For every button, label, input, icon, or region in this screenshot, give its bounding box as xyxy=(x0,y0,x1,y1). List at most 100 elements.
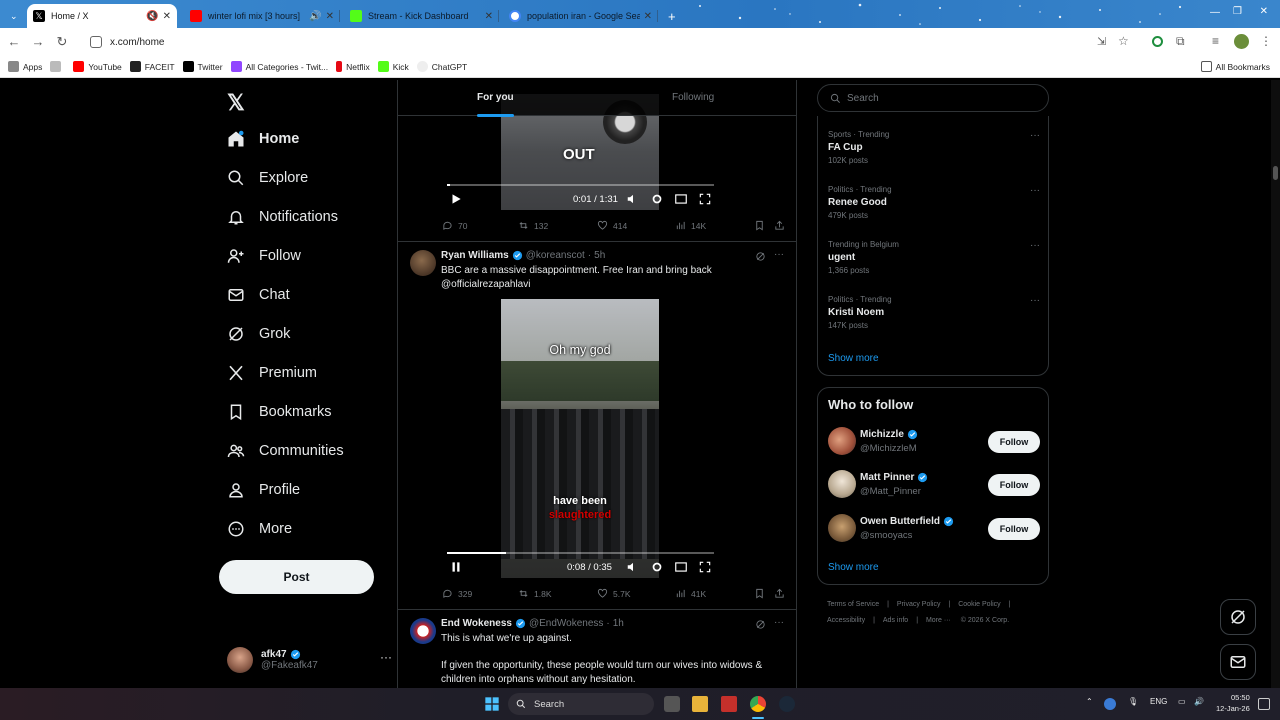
bookmark-youtube[interactable]: YouTube xyxy=(73,61,122,72)
author-name[interactable]: End Wokeness xyxy=(441,618,512,629)
author-name[interactable]: Ryan Williams xyxy=(441,250,509,261)
tab-for-you[interactable]: For you xyxy=(477,92,514,117)
tweet-more-icon[interactable]: ··· xyxy=(774,617,784,628)
settings-icon[interactable] xyxy=(650,560,664,574)
forward-icon[interactable]: → xyxy=(30,34,46,50)
messages-button[interactable] xyxy=(1220,644,1256,680)
grok-explain-icon[interactable] xyxy=(755,619,766,630)
avatar[interactable] xyxy=(828,514,856,542)
close-icon[interactable]: ✕ xyxy=(644,11,652,22)
site-info-icon[interactable] xyxy=(90,36,102,48)
close-icon[interactable]: ✕ xyxy=(326,11,334,22)
tray-overflow-icon[interactable]: ⌃ xyxy=(1086,697,1093,706)
more-icon[interactable]: ··· xyxy=(1030,240,1040,251)
more-icon[interactable]: ··· xyxy=(380,650,392,664)
tray-app-icon[interactable] xyxy=(1104,698,1116,710)
task-view-icon[interactable] xyxy=(664,696,680,712)
notification-center-icon[interactable] xyxy=(1258,698,1270,710)
tweet[interactable]: Ryan Williams @koreanscot · 5h ··· BBC a… xyxy=(398,242,796,610)
nav-explore[interactable]: Explore xyxy=(227,167,308,189)
close-icon[interactable]: ✕ xyxy=(163,11,171,22)
nav-communities[interactable]: Communities xyxy=(227,440,344,462)
tweet-age[interactable]: 1h xyxy=(613,618,624,629)
grok-button[interactable] xyxy=(1220,599,1256,635)
author-handle[interactable]: @koreanscot xyxy=(526,250,585,261)
nav-home[interactable]: Home xyxy=(227,128,299,150)
trend-item[interactable]: Trending in Belgium ugent 1,366 posts ··… xyxy=(828,240,1040,275)
microphone-icon[interactable]: 🎙 xyxy=(1128,697,1138,706)
puzzle-icon[interactable]: ⧉ xyxy=(1176,34,1185,49)
extension-icon[interactable] xyxy=(1152,36,1163,47)
fullscreen-icon[interactable] xyxy=(698,560,712,574)
bookmark-kick[interactable]: Kick xyxy=(377,61,409,72)
nav-notifications[interactable]: Notifications xyxy=(227,206,338,228)
windows-start-icon[interactable] xyxy=(484,696,500,712)
address-bar[interactable]: x.com/home xyxy=(80,31,1140,53)
like-button[interactable]: 414 xyxy=(597,220,627,231)
audio-icon[interactable]: 🔊 xyxy=(309,11,321,22)
reply-button[interactable]: 70 xyxy=(442,220,467,231)
bookmark-grid[interactable] xyxy=(50,61,65,72)
volume-icon[interactable] xyxy=(626,192,640,206)
tweet[interactable]: End Wokeness @EndWokeness · 1h ··· This … xyxy=(398,610,796,688)
new-tab-button[interactable]: + xyxy=(662,4,680,28)
follow-button[interactable]: Follow xyxy=(988,474,1040,496)
share-button[interactable] xyxy=(774,220,790,231)
star-icon[interactable]: ☆ xyxy=(1118,34,1129,48)
more-icon[interactable]: ··· xyxy=(1030,185,1040,196)
tab-home-x[interactable]: 𝕏 Home / X 🔇 ✕ xyxy=(27,4,177,28)
views-button[interactable]: 14K xyxy=(675,220,706,231)
tab-kick[interactable]: Stream - Kick Dashboard ✕ xyxy=(344,4,499,28)
nav-more[interactable]: More xyxy=(227,518,292,540)
nav-chat[interactable]: Chat xyxy=(227,284,290,306)
follow-suggestion[interactable]: Michizzle @MichizzleM Follow xyxy=(828,427,1040,457)
tab-lofi[interactable]: winter lofi mix [3 hours] 🔊 ✕ xyxy=(184,4,340,28)
post-button[interactable]: Post xyxy=(219,560,374,594)
footer-link[interactable]: Ads info xyxy=(883,617,908,624)
network-icon[interactable]: ▭ xyxy=(1178,697,1186,706)
follow-button[interactable]: Follow xyxy=(988,431,1040,453)
trends-show-more[interactable]: Show more xyxy=(828,353,879,364)
footer-link[interactable]: Privacy Policy xyxy=(897,601,941,608)
window-close-icon[interactable]: ✕ xyxy=(1260,6,1268,17)
bookmark-twitch[interactable]: All Categories - Twit... xyxy=(230,61,328,72)
taskbar-search[interactable]: Search xyxy=(508,693,654,715)
repost-button[interactable]: 1.8K xyxy=(518,588,552,599)
account-switcher[interactable]: afk47 @Fakeafk47 ··· xyxy=(227,642,392,678)
follow-suggestion[interactable]: Matt Pinner @Matt_Pinner Follow xyxy=(828,470,1040,500)
bookmark-apps[interactable]: Apps xyxy=(8,61,42,72)
avatar[interactable] xyxy=(828,427,856,455)
nav-premium[interactable]: Premium xyxy=(227,362,317,384)
bookmark-button[interactable] xyxy=(754,220,770,231)
clock[interactable]: 05:50 12-Jan-26 xyxy=(1216,692,1250,714)
video-progress[interactable] xyxy=(447,552,714,554)
footer-link[interactable]: Terms of Service xyxy=(827,601,879,608)
nav-profile[interactable]: Profile xyxy=(227,479,300,501)
trend-item[interactable]: Politics · Trending Renee Good 479K post… xyxy=(828,185,1040,220)
who-to-follow-show-more[interactable]: Show more xyxy=(828,562,879,573)
bookmark-twitter[interactable]: Twitter xyxy=(182,61,223,72)
nav-bookmarks[interactable]: Bookmarks xyxy=(227,401,332,423)
bookmark-chatgpt[interactable]: ChatGPT xyxy=(416,61,467,72)
pause-icon[interactable] xyxy=(449,560,463,574)
grok-explain-icon[interactable] xyxy=(755,251,766,262)
tweet-age[interactable]: 5h xyxy=(594,250,605,261)
language-indicator[interactable]: ENG xyxy=(1150,697,1167,706)
search-input[interactable]: Search xyxy=(817,84,1049,112)
file-explorer-icon[interactable] xyxy=(692,696,708,712)
install-icon[interactable]: ⇲ xyxy=(1097,35,1106,48)
footer-link[interactable]: Cookie Policy xyxy=(958,601,1000,608)
video-progress[interactable] xyxy=(447,184,714,186)
footer-link[interactable]: More ··· xyxy=(926,617,951,624)
repost-button[interactable]: 132 xyxy=(518,220,548,231)
trend-item[interactable]: Politics · Trending Kristi Noem 147K pos… xyxy=(828,295,1040,330)
scrollbar-thumb[interactable] xyxy=(1273,166,1278,180)
pip-icon[interactable] xyxy=(674,192,688,206)
x-logo-icon[interactable]: 𝕏 xyxy=(227,90,245,116)
chrome-menu-icon[interactable]: ⋮ xyxy=(1260,34,1272,48)
back-icon[interactable]: ← xyxy=(6,34,22,50)
author-handle[interactable]: @EndWokeness xyxy=(529,618,603,629)
reload-icon[interactable]: ↻ xyxy=(54,34,70,50)
page-scrollbar[interactable] xyxy=(1271,80,1280,688)
nav-grok[interactable]: Grok xyxy=(227,323,290,345)
